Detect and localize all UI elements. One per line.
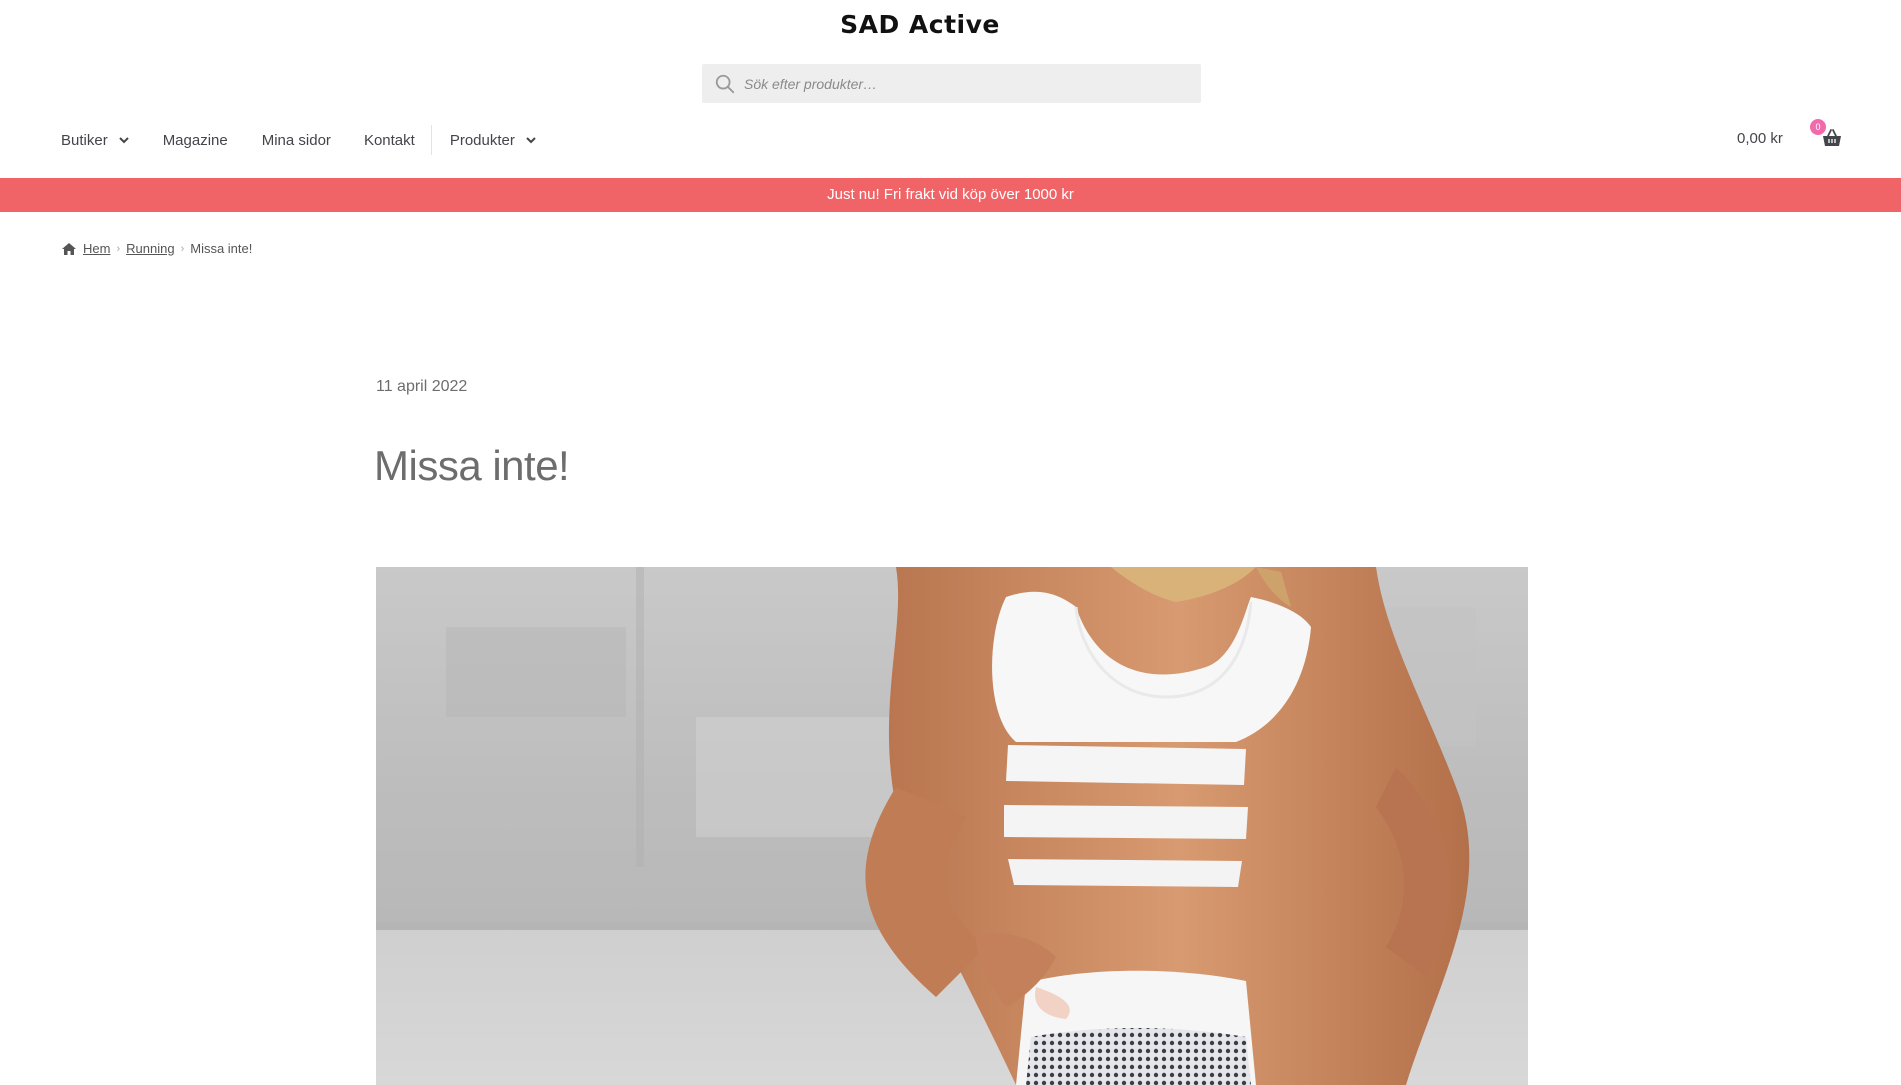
site-title[interactable]: SAD Active	[0, 10, 1840, 39]
home-icon	[62, 242, 76, 255]
chevron-down-icon	[526, 137, 536, 144]
basket-icon[interactable]	[1822, 128, 1842, 148]
nav-item-butiker[interactable]: Butiker	[61, 125, 130, 155]
main-navigation: Butiker Magazine Mina sidor Kontakt Prod…	[61, 125, 537, 155]
nav-item-label: Butiker	[61, 131, 108, 149]
nav-item-label: Kontakt	[363, 131, 415, 149]
nav-item-magazine[interactable]: Magazine	[163, 125, 228, 155]
nav-item-produkter[interactable]: Produkter	[450, 125, 537, 155]
breadcrumb-link-hem[interactable]: Hem	[83, 241, 110, 256]
nav-item-kontakt[interactable]: Kontakt	[364, 125, 415, 155]
breadcrumb-separator-icon: ›	[116, 242, 121, 255]
cart-count-badge: 0	[1810, 119, 1826, 135]
featured-image-illustration	[376, 567, 1528, 1085]
product-search	[702, 64, 1201, 103]
nav-item-label: Produkter	[449, 131, 515, 149]
featured-image	[376, 567, 1528, 1085]
breadcrumb-current: Missa inte!	[190, 241, 253, 256]
search-input[interactable]	[744, 64, 1201, 103]
post-date: 11 april 2022	[376, 378, 468, 395]
breadcrumb-separator-icon: ›	[180, 242, 185, 255]
nav-divider	[430, 125, 432, 155]
cart-total[interactable]: 0,00 kr	[1737, 130, 1783, 147]
chevron-down-icon	[118, 137, 129, 144]
search-icon	[715, 74, 735, 93]
promo-banner: Just nu! Fri frakt vid köp över 1000 kr	[0, 178, 1901, 212]
nav-item-label: Mina sidor	[261, 131, 331, 149]
post-title: Missa inte!	[374, 442, 570, 489]
breadcrumb: Hem › Running › Missa inte!	[61, 241, 252, 256]
nav-item-label: Magazine	[162, 131, 228, 149]
nav-item-mina-sidor[interactable]: Mina sidor	[262, 125, 331, 155]
breadcrumb-link-running[interactable]: Running	[126, 241, 174, 256]
